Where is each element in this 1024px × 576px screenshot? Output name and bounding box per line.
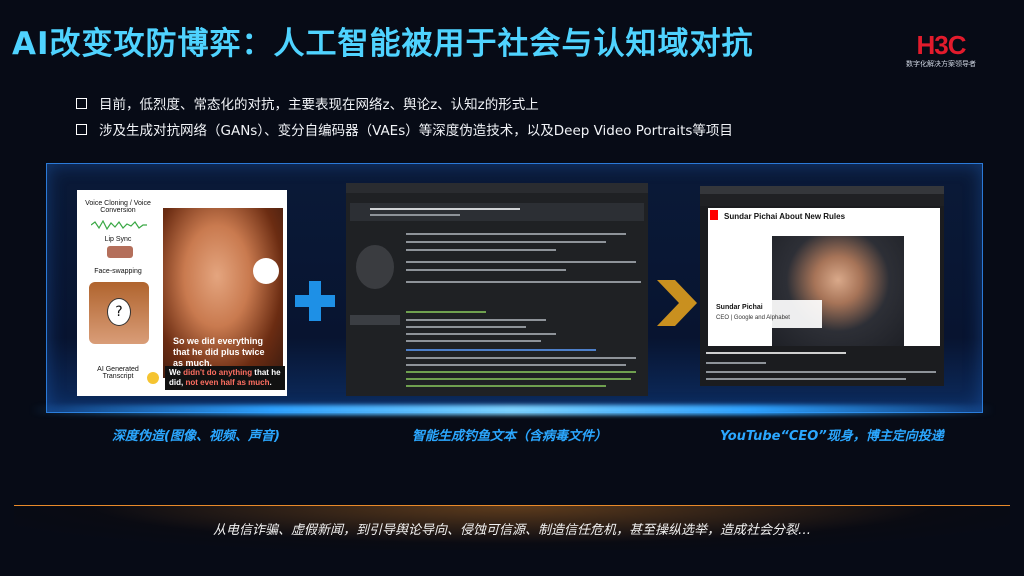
subtitle-bottom-prefix: We — [169, 368, 184, 377]
label-ai-transcript: AI Generated Transcript — [97, 366, 139, 380]
caption-youtube: YouTube“CEO”现身，博主定向投递 — [720, 429, 944, 444]
browser-tabs — [700, 186, 944, 194]
bullet-item: 涉及生成对抗网络（GANs）、变分自编码器（VAEs）等深度伪造技术，以及Dee… — [76, 116, 733, 142]
lower-third-role: CEO | Google and Alphabet — [716, 315, 790, 321]
speaker-video-frame — [772, 236, 904, 346]
browser-address-bar — [700, 194, 944, 206]
forum-thread-header — [350, 203, 644, 221]
subtitle-bottom-end: . — [269, 378, 272, 387]
bullet-list: 目前，低烈度、常态化的对抗，主要表现在网络z、舆论z、认知z的形式上 涉及生成对… — [76, 90, 733, 142]
subtitle-bottom: We didn't do anything that he did, not e… — [169, 368, 285, 388]
logo-tagline: 数字化解决方案领导者 — [906, 60, 976, 68]
waveform-icon — [91, 220, 147, 230]
subtitle-bottom-highlight2: not even half as much — [185, 378, 270, 387]
square-bullet-icon — [76, 123, 87, 135]
user-avatar — [356, 245, 394, 289]
subtitle-bottom-highlight: didn't do anything — [183, 368, 253, 377]
arrow-right-icon — [657, 280, 697, 326]
phishing-forum-screenshot — [346, 183, 648, 396]
square-bullet-icon — [76, 97, 87, 109]
lower-third-name: Sundar Pichai — [716, 304, 763, 311]
forum-toolbar — [346, 183, 648, 193]
subtitle-top: So we did everything that he did plus tw… — [173, 336, 265, 368]
youtube-logo-icon — [710, 210, 718, 220]
label-lip-sync: Lip Sync — [104, 236, 132, 243]
emoji-icon — [147, 372, 159, 384]
deepfake-figure: Voice Cloning / Voice Conversion Lip Syn… — [77, 190, 287, 396]
caption-phishing: 智能生成钓鱼文本（含病毒文件） — [412, 429, 608, 444]
plus-icon — [293, 279, 337, 323]
bottom-banner: 从电信诈骗、虚假新闻，到引导舆论导向、侵蚀可信源、制造信任危机，甚至操纵选举，造… — [14, 505, 1010, 550]
h3c-logo: H3C 数字化解决方案领导者 — [886, 30, 996, 69]
lips-thumbnail — [107, 246, 133, 258]
label-face-swapping: Face-swapping — [94, 268, 142, 275]
bottom-text: 从电信诈骗、虚假新闻，到引导舆论导向、侵蚀可信源、制造信任危机，甚至操纵选举，造… — [212, 523, 811, 538]
question-mark-icon: ? — [107, 298, 131, 326]
panel-glow-line — [30, 405, 995, 415]
logo-mark: H3C — [916, 30, 966, 60]
youtube-ceo-screenshot: Sundar Pichai About New Rules Sundar Pic… — [700, 186, 944, 386]
label-voice-cloning: Voice Cloning / Voice Conversion — [85, 200, 151, 214]
bullet-text: 目前，低烈度、常态化的对抗，主要表现在网络z、舆论z、认知z的形式上 — [99, 97, 539, 113]
speech-bubble-icon — [253, 258, 279, 284]
forum-button — [350, 315, 400, 325]
bullet-item: 目前，低烈度、常态化的对抗，主要表现在网络z、舆论z、认知z的形式上 — [76, 90, 733, 116]
caption-deepfake: 深度伪造(图像、视频、声音) — [112, 429, 280, 444]
slide-title: AI改变攻防博弈：人工智能被用于社会与认知域对抗 — [12, 26, 754, 62]
video-title: Sundar Pichai About New Rules — [724, 212, 846, 221]
bullet-text: 涉及生成对抗网络（GANs）、变分自编码器（VAEs）等深度伪造技术，以及Dee… — [99, 123, 733, 139]
